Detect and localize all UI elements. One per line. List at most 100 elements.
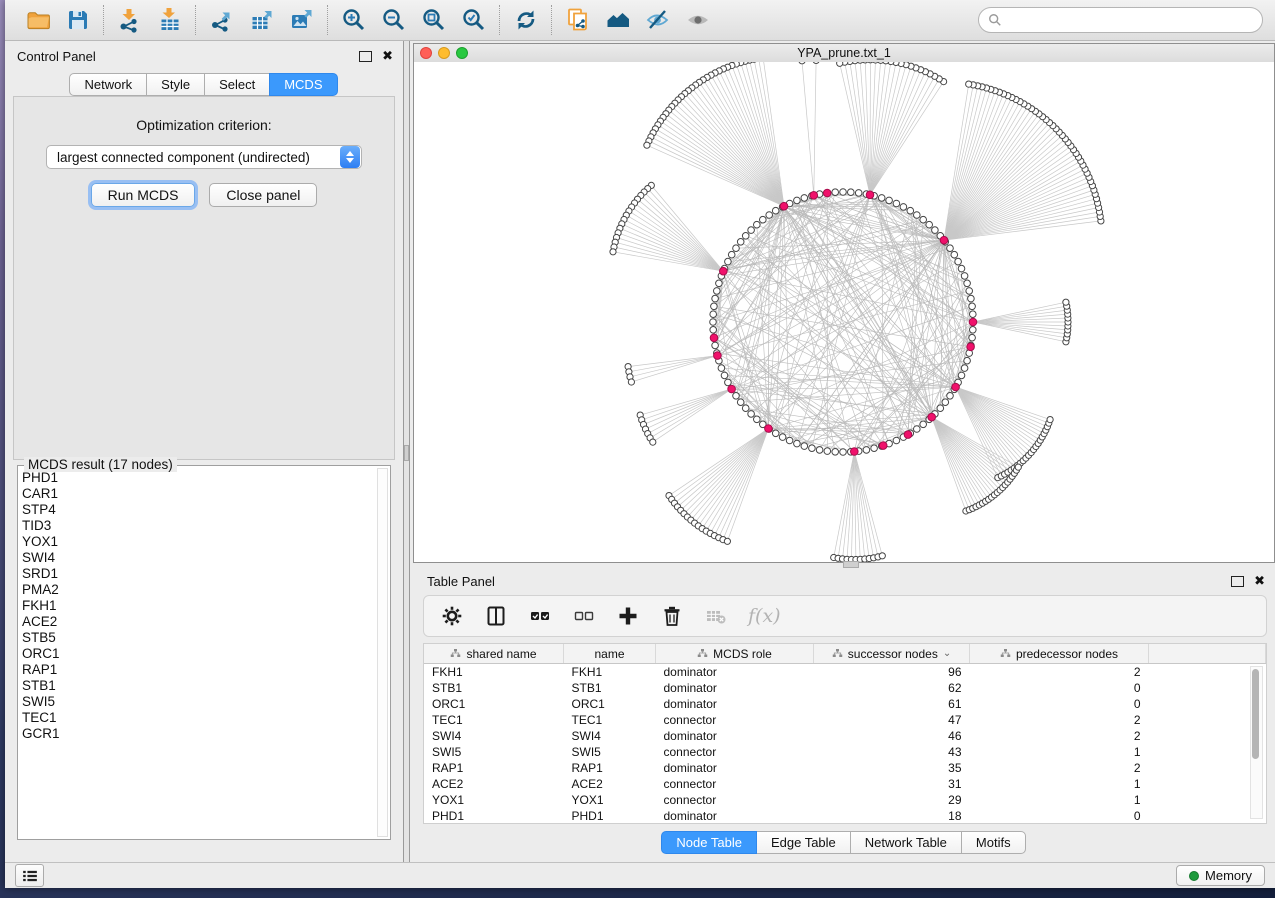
- table-close-icon[interactable]: ✖: [1254, 573, 1265, 589]
- mcds-result-item[interactable]: TID3: [22, 518, 378, 534]
- mcds-result-item[interactable]: STB5: [22, 630, 378, 646]
- table-cell: 0: [970, 696, 1149, 712]
- column-label: MCDS role: [713, 647, 772, 661]
- columns-button[interactable]: [484, 604, 508, 628]
- export-network-button[interactable]: [207, 5, 237, 35]
- table-float-icon[interactable]: [1231, 576, 1244, 587]
- export-table-button[interactable]: [247, 5, 277, 35]
- table-cell: RAP1: [424, 760, 564, 776]
- first-neighbors-button[interactable]: [603, 5, 633, 35]
- column-header-shared-name[interactable]: shared name: [424, 644, 564, 664]
- horizontal-splitter-grip[interactable]: [843, 561, 859, 568]
- tab-edge-table[interactable]: Edge Table: [756, 831, 851, 854]
- float-panel-icon[interactable]: [359, 51, 372, 62]
- mcds-result-item[interactable]: PMA2: [22, 582, 378, 598]
- network-window-titlebar[interactable]: YPA_prune.txt_1: [414, 44, 1274, 63]
- show-all-button[interactable]: [683, 5, 713, 35]
- mcds-result-item[interactable]: ORC1: [22, 646, 378, 662]
- table-row[interactable]: RAP1RAP1dominator352: [424, 760, 1266, 776]
- table-cell: STB1: [564, 680, 656, 696]
- table-scrollbar-thumb[interactable]: [1252, 669, 1259, 759]
- mcds-result-item[interactable]: ACE2: [22, 614, 378, 630]
- network-graph[interactable]: [414, 62, 1274, 562]
- deselect-all-button[interactable]: [572, 604, 596, 628]
- tab-select[interactable]: Select: [204, 73, 270, 96]
- search-input[interactable]: [1007, 12, 1262, 29]
- table-row[interactable]: TEC1TEC1connector472: [424, 712, 1266, 728]
- zoom-out-button[interactable]: [379, 5, 409, 35]
- table-row[interactable]: SWI4SWI4dominator462: [424, 728, 1266, 744]
- criterion-dropdown[interactable]: largest connected component (undirected): [46, 145, 362, 169]
- search-icon: [988, 13, 1002, 27]
- column-header-name[interactable]: name: [564, 644, 656, 664]
- mcds-result-item[interactable]: SWI5: [22, 694, 378, 710]
- mcds-result-item[interactable]: TEC1: [22, 710, 378, 726]
- table-row[interactable]: STB1STB1dominator620: [424, 680, 1266, 696]
- control-panel: Control Panel ✖ NetworkStyleSelectMCDS O…: [5, 41, 403, 862]
- mcds-result-item[interactable]: PHD1: [22, 470, 378, 486]
- delete-button[interactable]: [660, 604, 684, 628]
- zoom-in-icon: [341, 7, 367, 33]
- deselect-all-icon: [573, 605, 595, 627]
- table-cell: dominator: [656, 808, 814, 824]
- gear-button[interactable]: [440, 604, 464, 628]
- open-folder-button[interactable]: [23, 5, 53, 35]
- run-mcds-button[interactable]: Run MCDS: [91, 183, 196, 207]
- add-button[interactable]: [616, 604, 640, 628]
- vertical-splitter[interactable]: [403, 41, 410, 862]
- table-row[interactable]: SWI5SWI5connector431: [424, 744, 1266, 760]
- save-button[interactable]: [63, 5, 93, 35]
- tab-motifs[interactable]: Motifs: [961, 831, 1026, 854]
- hide-selected-button[interactable]: [643, 5, 673, 35]
- table-row[interactable]: PHD1PHD1dominator180: [424, 808, 1266, 824]
- mcds-result-item[interactable]: STB1: [22, 678, 378, 694]
- close-panel-button[interactable]: Close panel: [209, 183, 317, 207]
- tree-icon: [450, 648, 461, 659]
- mcds-result-item[interactable]: YOX1: [22, 534, 378, 550]
- mcds-result-item[interactable]: CAR1: [22, 486, 378, 502]
- tab-node-table[interactable]: Node Table: [661, 831, 757, 854]
- tab-style[interactable]: Style: [146, 73, 205, 96]
- table-cell: 62: [814, 680, 970, 696]
- table-delete-icon: [705, 605, 727, 627]
- mcds-result-item[interactable]: STP4: [22, 502, 378, 518]
- column-header-MCDS-role[interactable]: MCDS role: [656, 644, 814, 664]
- tab-network[interactable]: Network: [69, 73, 147, 96]
- export-image-button[interactable]: [287, 5, 317, 35]
- import-network-button[interactable]: [115, 5, 145, 35]
- splitter-grip[interactable]: [404, 445, 409, 461]
- node-table: shared namename MCDS role successor nodes⌄…: [424, 644, 1266, 824]
- table-row[interactable]: YOX1YOX1connector291: [424, 792, 1266, 808]
- duplicate-network-button[interactable]: [563, 5, 593, 35]
- memory-button[interactable]: Memory: [1176, 865, 1265, 886]
- table-row[interactable]: FKH1FKH1dominator962: [424, 664, 1266, 681]
- column-header-successor-nodes[interactable]: successor nodes⌄: [814, 644, 970, 664]
- zoom-fit-button[interactable]: [419, 5, 449, 35]
- close-panel-icon[interactable]: ✖: [382, 48, 393, 64]
- tab-mcds[interactable]: MCDS: [269, 73, 337, 96]
- select-all-button[interactable]: [528, 604, 552, 628]
- network-canvas[interactable]: [414, 62, 1274, 562]
- add-icon: [617, 605, 639, 627]
- search-box[interactable]: [978, 7, 1263, 33]
- mcds-list-scrollbar[interactable]: [377, 468, 388, 837]
- import-table-button[interactable]: [155, 5, 185, 35]
- table-row[interactable]: ORC1ORC1dominator610: [424, 696, 1266, 712]
- apply-layout-icon: [513, 7, 539, 33]
- table-row[interactable]: ACE2ACE2connector311: [424, 776, 1266, 792]
- tab-network-table[interactable]: Network Table: [850, 831, 962, 854]
- mcds-result-item[interactable]: SRD1: [22, 566, 378, 582]
- show-panels-button[interactable]: [15, 864, 44, 887]
- table-scrollbar[interactable]: [1250, 666, 1263, 819]
- mcds-result-item[interactable]: GCR1: [22, 726, 378, 742]
- zoom-in-button[interactable]: [339, 5, 369, 35]
- apply-layout-button[interactable]: [511, 5, 541, 35]
- mcds-result-item[interactable]: FKH1: [22, 598, 378, 614]
- column-header-predecessor-nodes[interactable]: predecessor nodes: [970, 644, 1149, 664]
- mcds-result-list[interactable]: PHD1CAR1STP4TID3YOX1SWI4SRD1PMA2FKH1ACE2…: [22, 470, 378, 837]
- table-cell: connector: [656, 712, 814, 728]
- zoom-selected-button[interactable]: [459, 5, 489, 35]
- mcds-result-item[interactable]: RAP1: [22, 662, 378, 678]
- mcds-result-item[interactable]: SWI4: [22, 550, 378, 566]
- duplicate-network-icon: [565, 7, 591, 33]
